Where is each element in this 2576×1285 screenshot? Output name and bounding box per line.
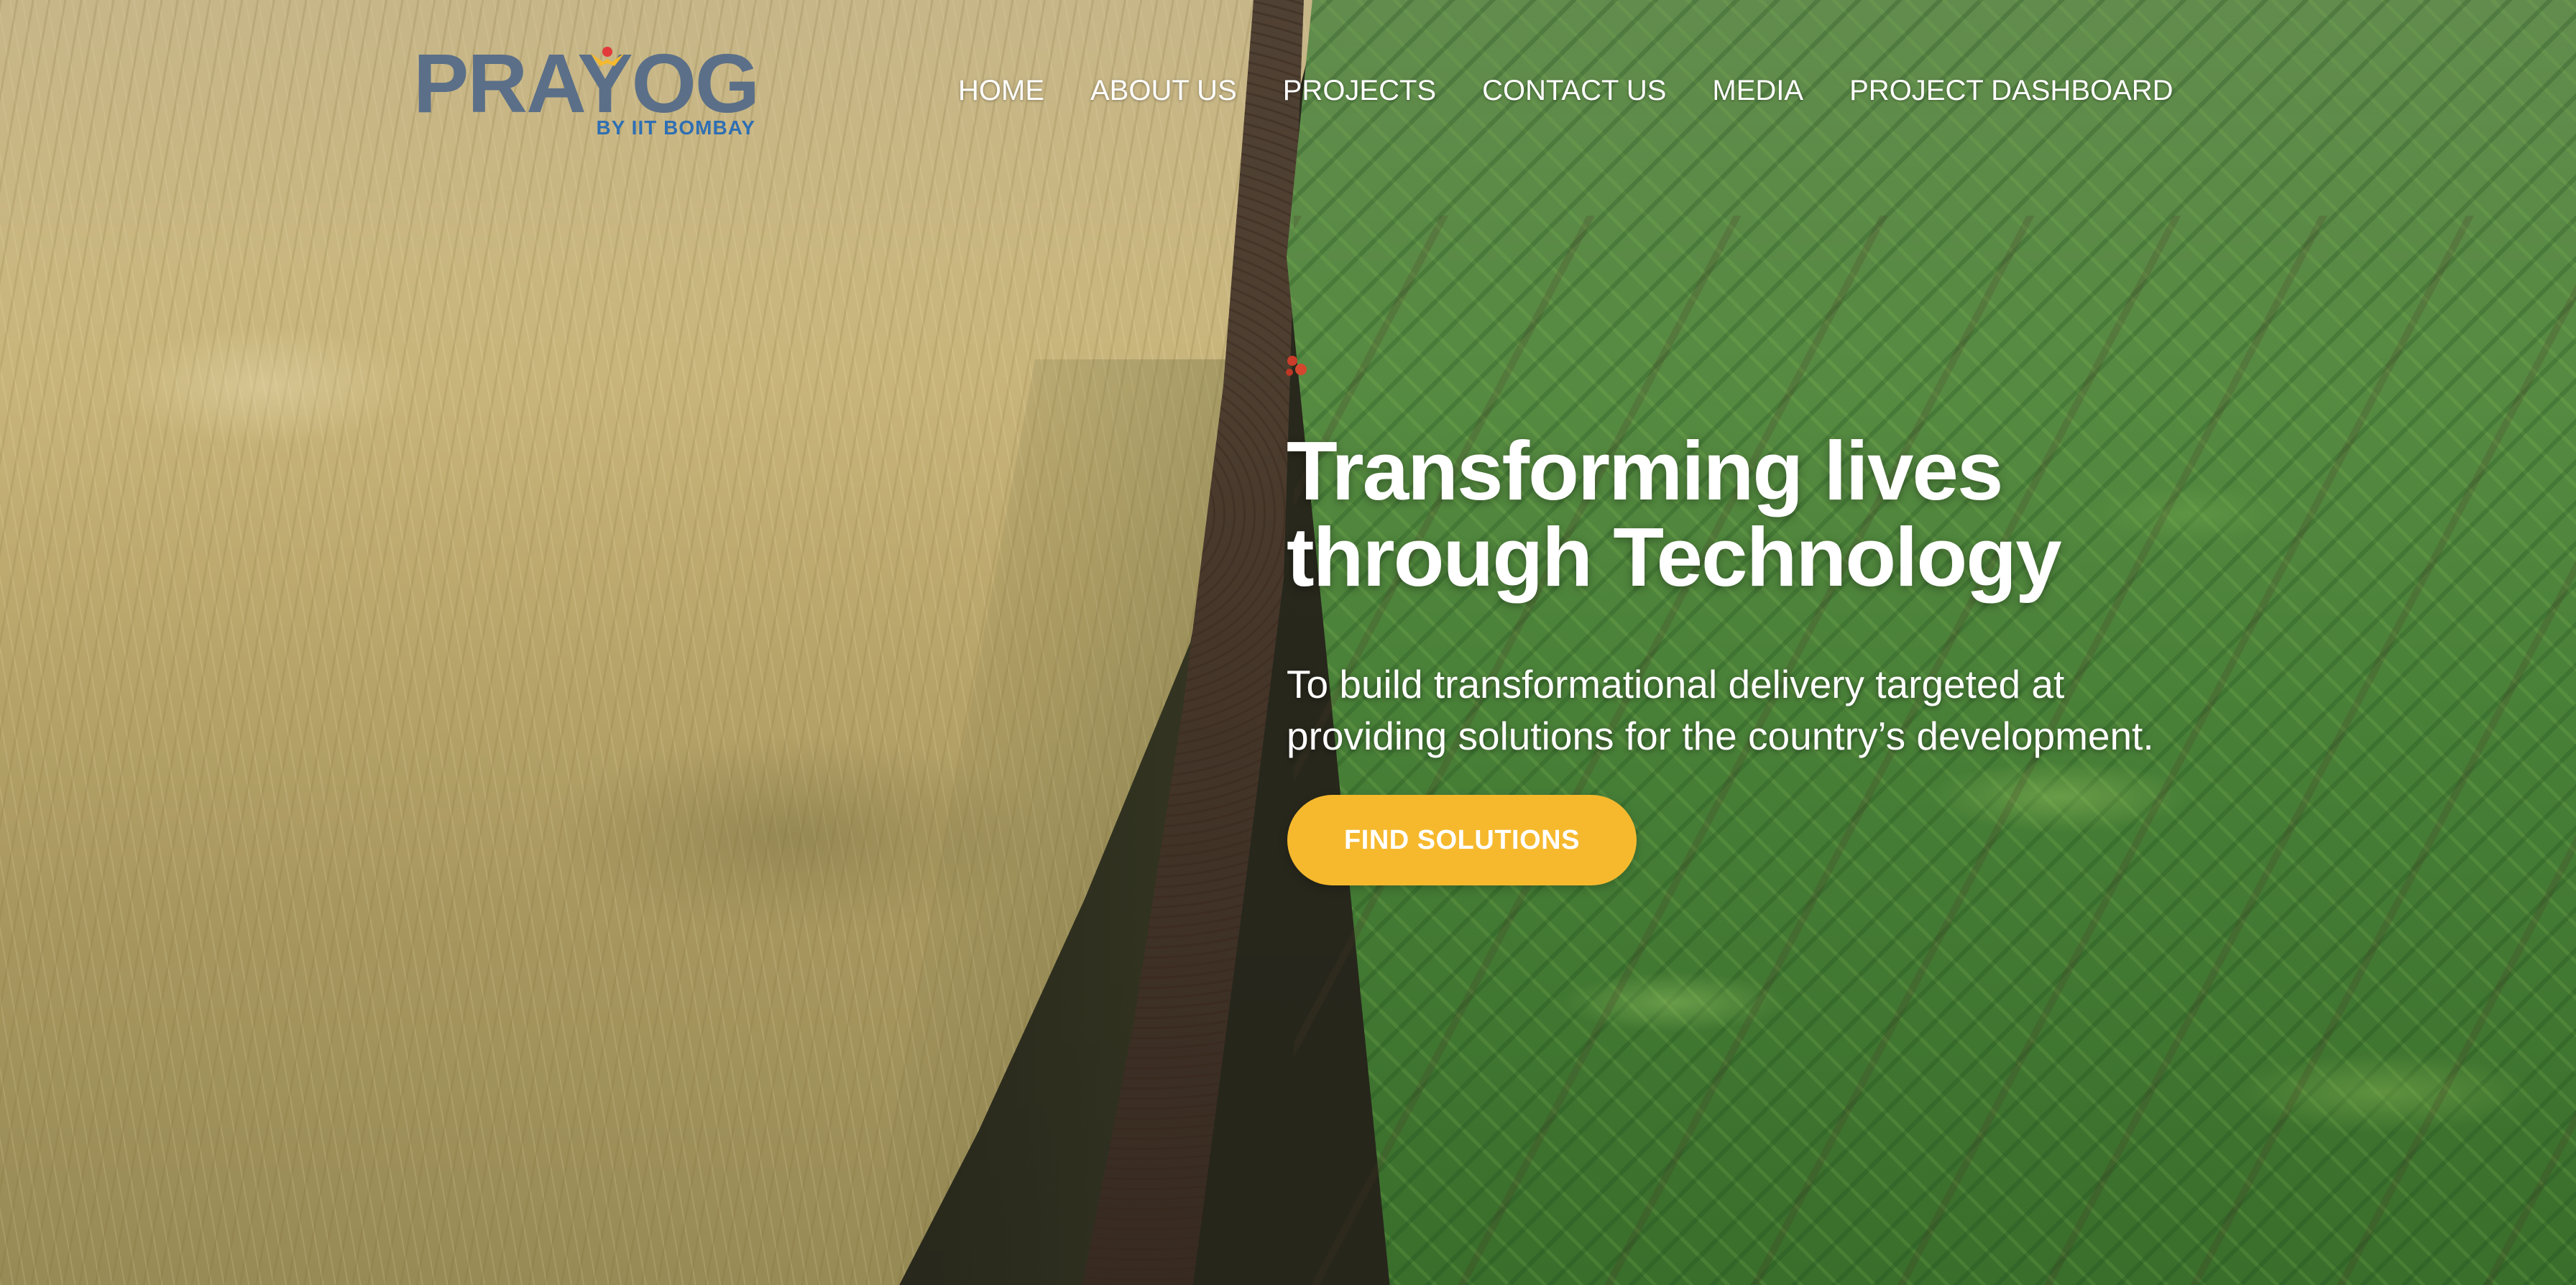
- nav-project-dashboard[interactable]: PROJECT DASHBOARD: [1849, 72, 2173, 109]
- prayog-logo[interactable]: PRAYOG BY IIT BOMBAY: [413, 42, 760, 142]
- nav-media[interactable]: MEDIA: [1712, 72, 1803, 109]
- main-navigation: HOME ABOUT US PROJECTS CONTACT US MEDIA …: [958, 72, 2174, 109]
- hero-section: [0, 0, 2576, 1285]
- hero-subtitle-line-2: providing solutions for the country’s de…: [1287, 714, 2154, 758]
- hero-title-line-2: through Technology: [1287, 510, 2062, 604]
- find-solutions-button[interactable]: FIND SOLUTIONS: [1287, 795, 1637, 885]
- nav-projects[interactable]: PROJECTS: [1283, 72, 1436, 109]
- hero-title: Transforming lives through Technology: [1287, 428, 2221, 600]
- hero-overlay: [0, 0, 2576, 1285]
- logo-tagline: BY IIT BOMBAY: [596, 116, 755, 139]
- nav-about-us[interactable]: ABOUT US: [1090, 72, 1237, 109]
- hero-title-line-1: Transforming lives: [1287, 424, 2003, 517]
- hero-subtitle: To build transformational delivery targe…: [1287, 658, 2264, 762]
- hero-subtitle-line-1: To build transformational delivery targe…: [1287, 662, 2065, 706]
- nav-contact-us[interactable]: CONTACT US: [1482, 72, 1666, 109]
- nav-home[interactable]: HOME: [958, 72, 1044, 109]
- logo-person-icon: [590, 47, 625, 66]
